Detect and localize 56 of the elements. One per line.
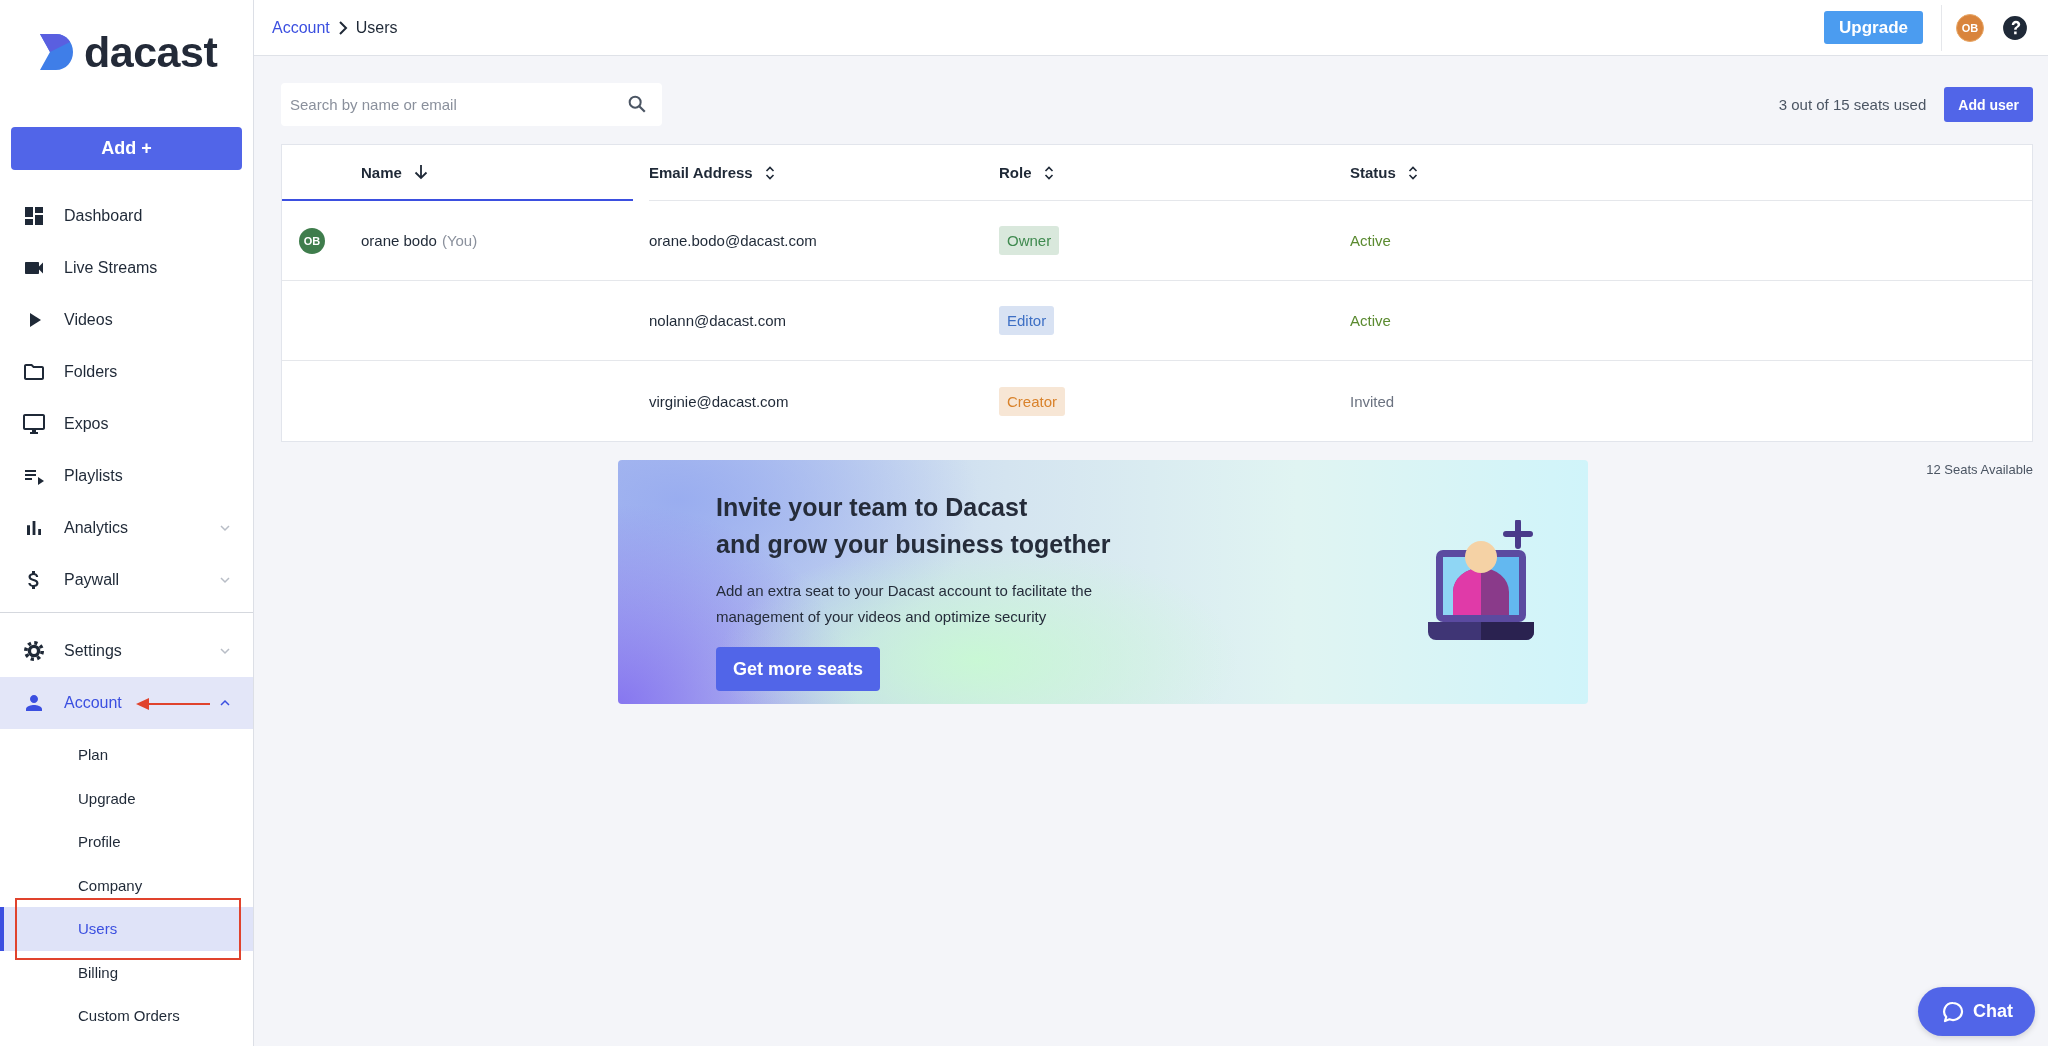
- banner-description: Add an extra seat to your Dacast account to facilitate the management of your videos and optimize security: [716, 581, 1094, 627]
- add-button[interactable]: Add +: [11, 127, 242, 170]
- get-more-seats-button[interactable]: Get more seats: [716, 647, 881, 691]
- email-cell: nolann@dacast.com: [649, 281, 999, 361]
- column-header[interactable]: Status: [1350, 145, 2032, 201]
- status-text: Active: [1350, 312, 1391, 329]
- sidebar-subitem[interactable]: Company: [0, 863, 253, 907]
- sidebar-item[interactable]: Folders: [0, 346, 253, 398]
- column-header[interactable]: Email Address: [649, 145, 999, 201]
- chevron-right-icon: [337, 20, 348, 35]
- seats-available-text: 12 Seats Available: [1926, 462, 2033, 477]
- user-name: orane bodo: [361, 232, 437, 249]
- logo-text: dacast: [84, 28, 218, 76]
- settings-icon: [22, 639, 46, 663]
- breadcrumb-current: Users: [355, 18, 398, 37]
- role-tag: Creator: [999, 386, 1066, 416]
- status-text: Active: [1350, 232, 1391, 249]
- status-text: Invited: [1350, 392, 1395, 410]
- sidebar-item[interactable]: Playlists: [0, 450, 253, 502]
- arrow-down-icon: [413, 164, 428, 180]
- dashboard-icon: [22, 204, 46, 228]
- sidebar-item[interactable]: Analytics: [0, 502, 253, 554]
- chat-bubble-icon: [1942, 1000, 1964, 1023]
- sidebar-item[interactable]: Account: [0, 677, 253, 729]
- email-cell: orane.bodo@dacast.com: [649, 201, 999, 281]
- search-field[interactable]: Search by name or email: [281, 83, 662, 126]
- monitor-icon: [22, 412, 46, 436]
- email-cell-text: virginie@dacast.com: [649, 391, 790, 412]
- breadcrumb-link[interactable]: Account: [272, 18, 330, 37]
- sidebar-subitem[interactable]: Profile: [0, 820, 253, 864]
- seats-used-text: 3 out of 15 seats used: [1778, 96, 1927, 113]
- user-avatar: OB: [299, 227, 325, 254]
- column-header[interactable]: Role: [999, 145, 1350, 201]
- sidebar-item[interactable]: Paywall: [0, 554, 253, 606]
- search-icon: [626, 93, 648, 115]
- add-user-button[interactable]: Add user: [1944, 87, 2033, 122]
- sort-icon: [764, 164, 775, 181]
- you-label: (You): [441, 232, 478, 249]
- banner-title: Invite your team to Dacast and grow your business together: [716, 492, 1112, 560]
- help-icon[interactable]: [2002, 14, 2028, 41]
- sidebar-subitem[interactable]: Users: [0, 907, 253, 951]
- sidebar-item[interactable]: Videos: [0, 294, 253, 346]
- sidebar-subitem[interactable]: Billing: [0, 950, 253, 994]
- sort-icon: [1407, 164, 1418, 181]
- role-tag: Editor: [999, 306, 1055, 335]
- sidebar-item[interactable]: Dashboard: [0, 190, 253, 242]
- column-header[interactable]: Name: [282, 145, 633, 201]
- sidebar-item[interactable]: Live Streams: [0, 242, 253, 294]
- sidebar-subitem[interactable]: Custom Orders: [0, 994, 253, 1038]
- sort-icon: [1043, 164, 1054, 181]
- sidebar-subitem[interactable]: Upgrade: [0, 776, 253, 820]
- sidebar-item[interactable]: Expos: [0, 398, 253, 450]
- sidebar-subitem[interactable]: Plan: [0, 733, 253, 777]
- sidebar-item[interactable]: Settings: [0, 625, 253, 677]
- role-tag: Owner: [999, 226, 1060, 255]
- chat-button[interactable]: Chat: [1918, 987, 2035, 1036]
